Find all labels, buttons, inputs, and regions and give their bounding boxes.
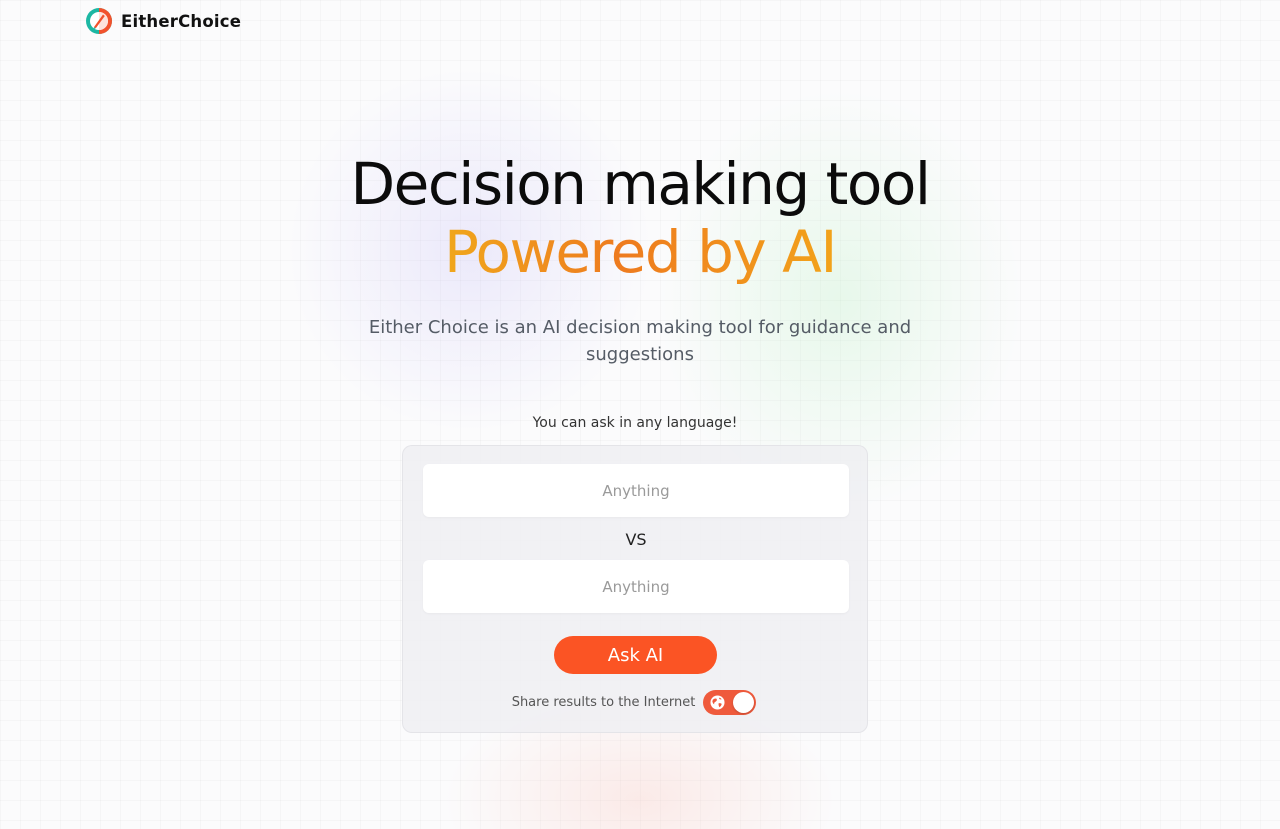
hero: Decision making tool Powered by AI bbox=[0, 150, 1280, 286]
title-line-1: Decision making tool bbox=[350, 150, 931, 218]
share-toggle[interactable] bbox=[703, 690, 757, 715]
vs-label: VS bbox=[625, 530, 647, 549]
brand-name: EitherChoice bbox=[121, 11, 242, 31]
eitherchoice-logo-icon bbox=[86, 8, 112, 34]
page-subtitle: Either Choice is an AI decision making t… bbox=[368, 317, 912, 365]
decision-form: VS Ask AI Share results to the Internet bbox=[402, 445, 868, 733]
option-a-input[interactable] bbox=[423, 464, 849, 517]
brand[interactable]: EitherChoice bbox=[85, 7, 241, 35]
share-label: Share results to the Internet bbox=[511, 695, 696, 710]
share-row: Share results to the Internet bbox=[403, 690, 869, 715]
globe-icon bbox=[710, 695, 725, 710]
ask-ai-button[interactable]: Ask AI bbox=[554, 636, 717, 674]
page: EitherChoice Decision making tool Powere… bbox=[0, 0, 1280, 829]
option-b-input[interactable] bbox=[423, 560, 849, 613]
title-line-2: Powered by AI bbox=[444, 218, 837, 286]
page-title: Decision making tool Powered by AI bbox=[0, 150, 1280, 286]
language-hint: You can ask in any language! bbox=[532, 415, 738, 431]
toggle-knob bbox=[733, 692, 755, 713]
